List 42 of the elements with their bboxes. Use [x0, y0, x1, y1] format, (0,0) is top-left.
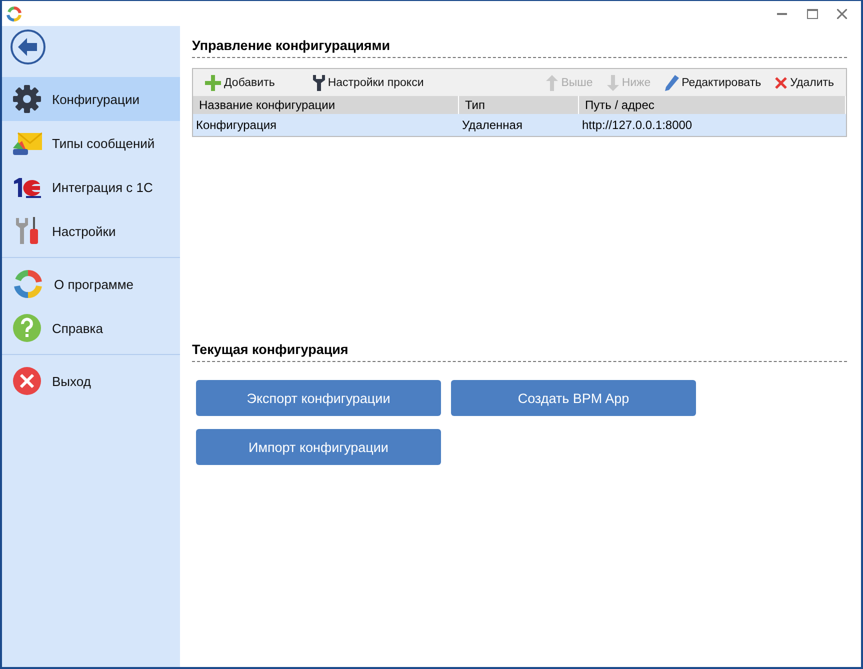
table-cell-text: Конфигурация	[195, 118, 278, 132]
close-icon	[12, 366, 42, 396]
sidebar-item[interactable]: Интеграция с 1С	[2, 165, 180, 209]
pencil-icon	[664, 74, 679, 90]
section-title: Управление конфигурациями	[192, 38, 847, 58]
table-cell-text: http://127.0.0.1:8000	[581, 118, 694, 132]
plus-icon	[205, 74, 221, 90]
action-button[interactable]: Экспорт конфигурации	[196, 380, 441, 416]
sidebar-item-label: Справка	[52, 320, 103, 336]
toolbar-button[interactable]: Добавить	[201, 74, 279, 90]
table-row[interactable]: Конфигурация Удаленная http://127.0.0.1:8000	[193, 114, 846, 136]
sidebar-item-label: О программе	[54, 276, 134, 292]
sidebar-item-label: Выход	[52, 374, 91, 388]
sidebar-item[interactable]: Конфигурации	[2, 77, 180, 121]
action-button[interactable]: Создать BPM App	[451, 380, 696, 416]
toolbar-button[interactable]: Настройки прокси	[308, 74, 428, 90]
toolbar-button[interactable]: Удалить	[771, 76, 838, 88]
sidebar-item[interactable]: Справка	[2, 306, 180, 350]
sidebar-item[interactable]: Выход	[2, 359, 180, 403]
sidebar-item[interactable]: О программе	[2, 262, 180, 306]
help-icon	[12, 313, 42, 343]
sidebar-item-label: Типы сообщений	[52, 136, 155, 150]
action-button[interactable]: Импорт конфигурации	[196, 429, 441, 465]
arrow-down-icon	[606, 74, 619, 90]
sidebar-item-label: Интеграция с 1С	[52, 180, 153, 194]
minimize-icon	[777, 12, 787, 14]
app-logo-icon	[6, 6, 22, 22]
sidebar-item[interactable]: Типы сообщений	[2, 121, 180, 165]
cycle-icon	[12, 268, 44, 300]
sidebar-item[interactable]: Настройки	[2, 209, 180, 253]
close-icon	[837, 8, 847, 18]
toolbar-button[interactable]: Редактировать	[660, 74, 766, 90]
section-title: Текущая конфигурация	[192, 342, 847, 362]
table-cell-text: Удаленная	[461, 118, 524, 132]
gear-icon	[12, 84, 42, 114]
arrow-up-icon	[546, 74, 558, 90]
sidebar-item-label: Конфигурации	[52, 92, 140, 106]
back-button[interactable]	[10, 29, 46, 65]
sidebar-item-label: Настройки	[52, 224, 116, 238]
maximize-icon	[806, 8, 818, 18]
delete-icon	[775, 76, 788, 88]
wrench-icon	[312, 74, 325, 90]
